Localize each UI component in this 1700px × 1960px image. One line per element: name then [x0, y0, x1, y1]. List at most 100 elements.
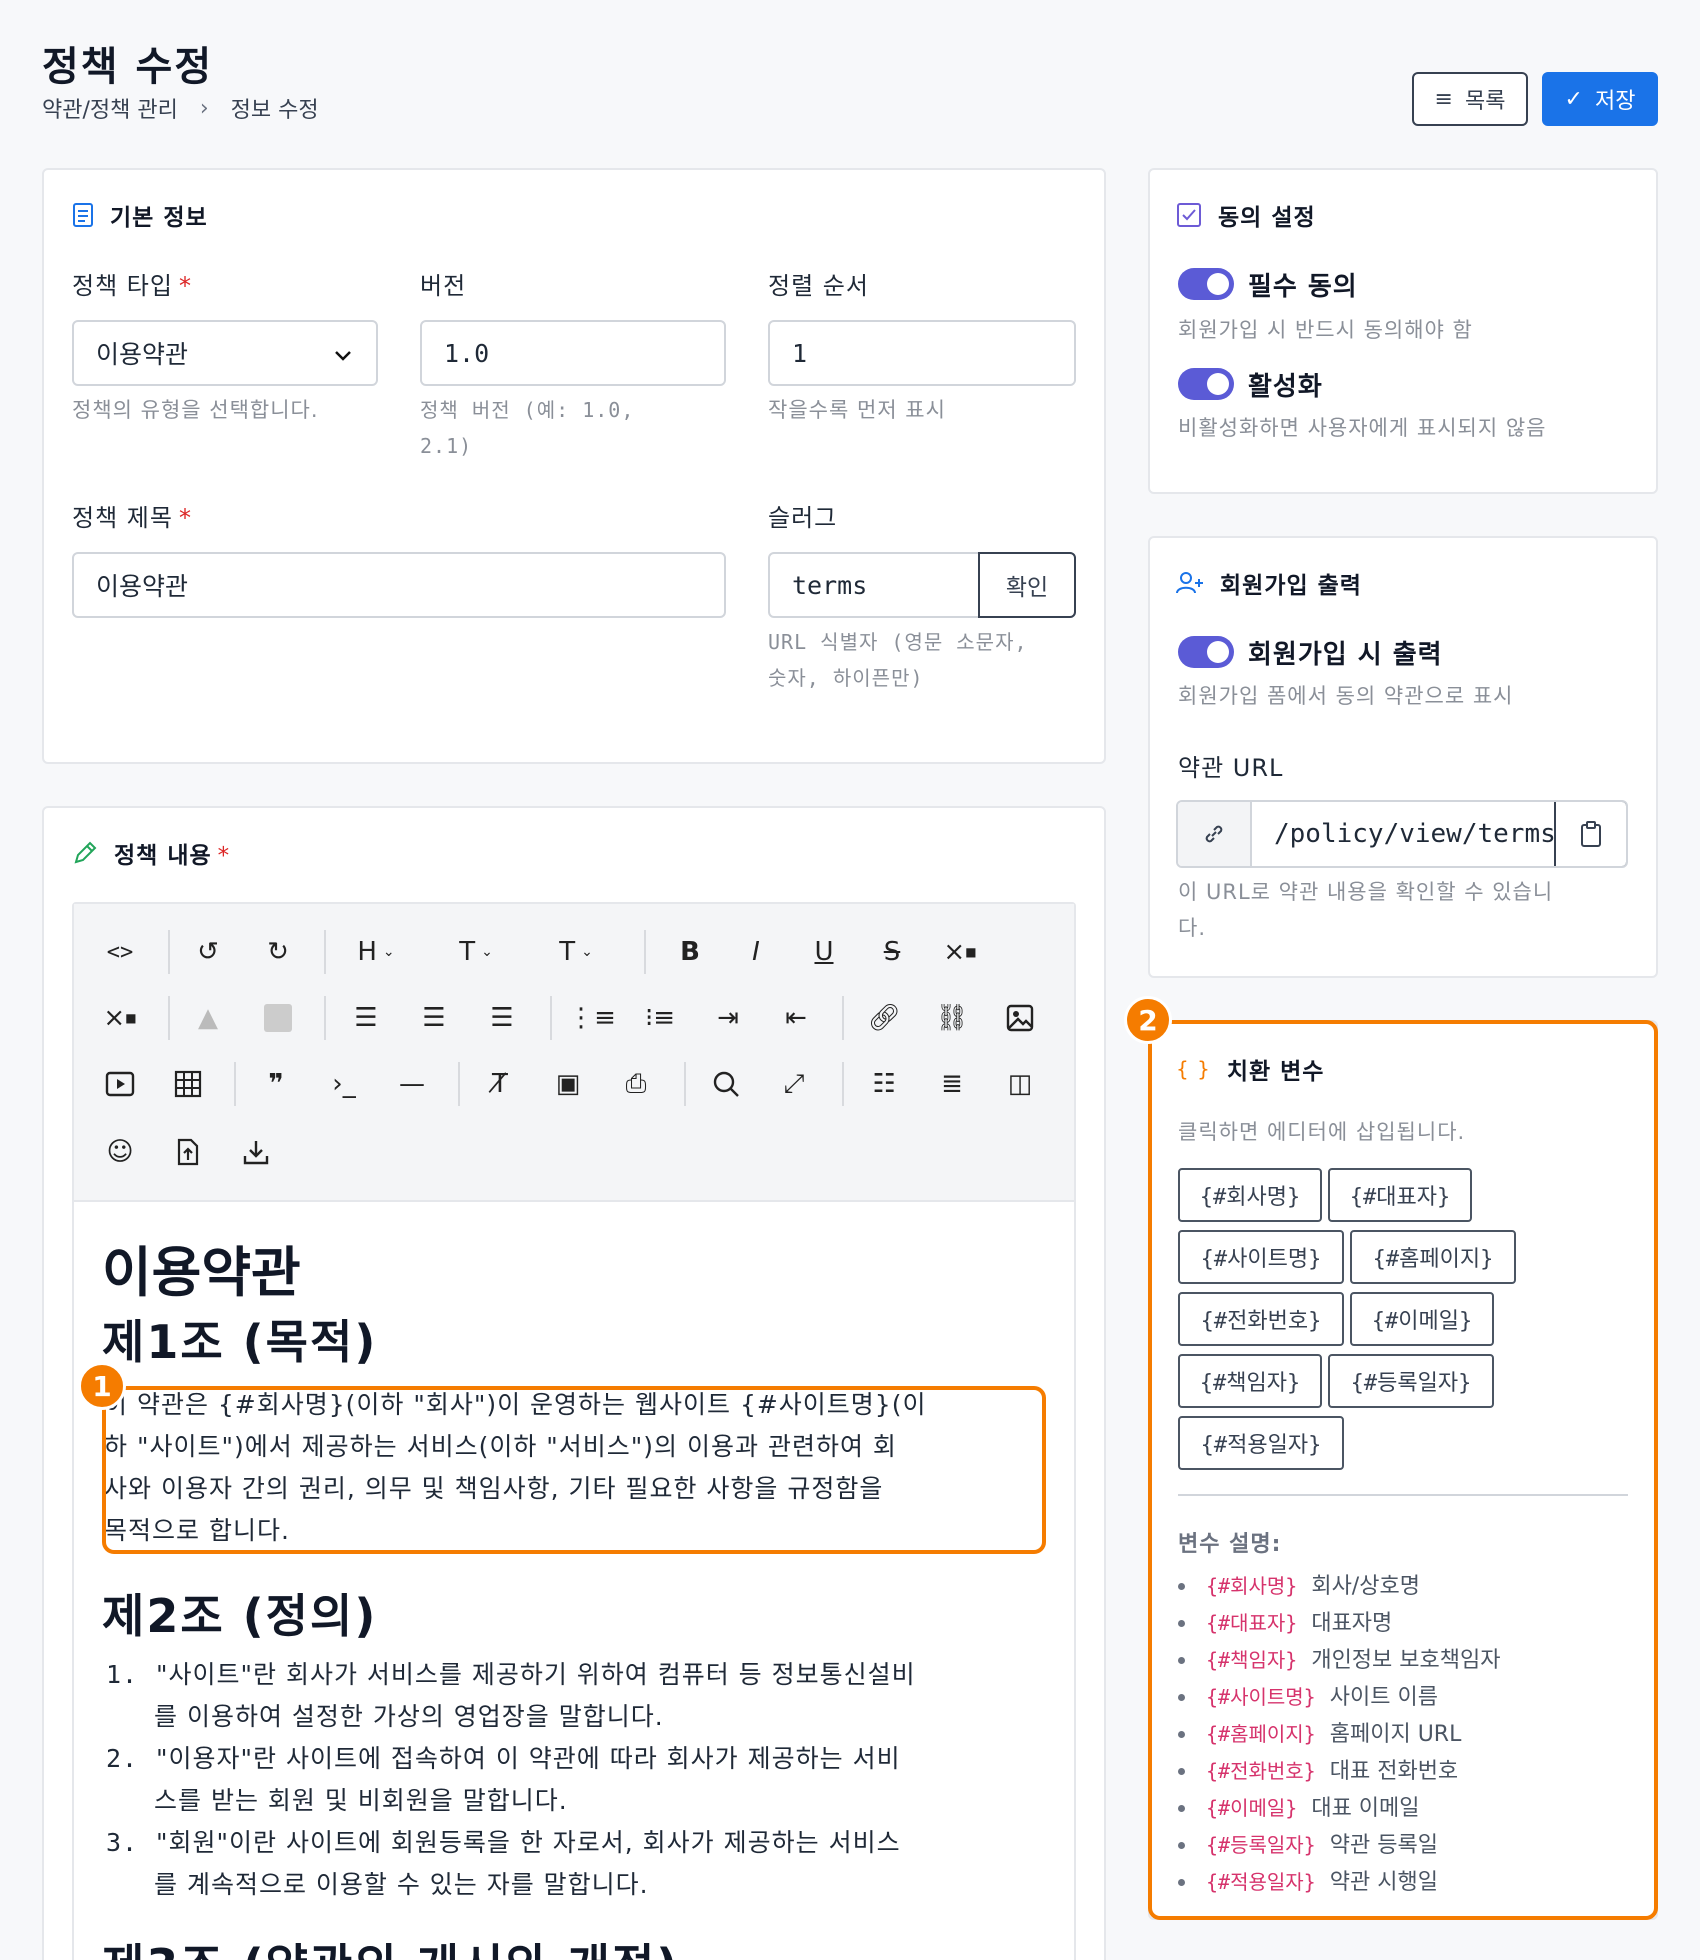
policy-type-select[interactable]: 이용약관: [72, 320, 378, 386]
list-item: 3. "회원"이란 사이트에 회원등록을 한 자로서, 회사가 제공하는 서비스 를…: [106, 1828, 901, 1899]
outdent-icon[interactable]: ⇤: [776, 998, 816, 1038]
link-icon[interactable]: 🔗︎: [864, 998, 904, 1038]
font-size-icon[interactable]: T ⌄: [446, 932, 506, 972]
chevron-down-icon: [335, 351, 351, 361]
strikethrough-icon[interactable]: S: [872, 932, 912, 972]
image-icon[interactable]: [1000, 998, 1040, 1038]
download-icon[interactable]: [236, 1132, 276, 1172]
active-help: 비활성화하면 사용자에게 표시되지 않음: [1178, 416, 1547, 440]
subscript-icon[interactable]: × ■: [940, 932, 980, 972]
content-title: 정책 내용 *: [72, 836, 230, 870]
pencil-icon: [74, 841, 97, 864]
active-label: 활성화: [1248, 372, 1323, 402]
upload-icon[interactable]: [168, 1132, 208, 1172]
clipboard-icon: [1581, 821, 1601, 847]
font-color-icon: ▲: [198, 1003, 218, 1033]
bold-icon[interactable]: B: [670, 932, 710, 972]
active-toggle[interactable]: [1178, 368, 1234, 400]
signup-display-label: 회원가입 시 출력: [1248, 640, 1443, 670]
article1-title: 제1조 (목적): [102, 1315, 378, 1369]
policy-url-label: 약관 URL: [1178, 754, 1284, 782]
unlink-icon[interactable]: ⛓︎: [932, 998, 972, 1038]
code-view-icon[interactable]: <>: [100, 932, 140, 972]
page-title: 정책 수정: [42, 44, 214, 90]
breadcrumb: 약관/정책 관리 › 정보 수정: [42, 92, 319, 124]
video-icon[interactable]: [100, 1064, 140, 1104]
policy-type-help: 정책의 유형을 선택합니다.: [72, 398, 319, 422]
search-icon[interactable]: [706, 1064, 746, 1104]
sort-order-input[interactable]: 1: [768, 320, 1076, 386]
breadcrumb-item-edit: 정보 수정: [230, 98, 319, 123]
annotation-badge-2: 2: [1124, 996, 1172, 1044]
link-icon: [1178, 802, 1252, 866]
required-consent-label: 필수 동의: [1248, 272, 1358, 302]
policy-type-label: 정책 타입 *: [72, 272, 192, 300]
document-icon: [73, 203, 93, 227]
heading-icon[interactable]: H ⌄: [346, 932, 406, 972]
clear-format-icon[interactable]: T̸: [480, 1064, 520, 1104]
indent-icon[interactable]: ⇥: [708, 998, 748, 1038]
annotation-badge-1: 1: [78, 1362, 126, 1410]
emoji-icon[interactable]: ☺: [100, 1132, 140, 1172]
checkbox-icon: [1177, 203, 1201, 227]
checklist-icon[interactable]: ☷: [864, 1064, 904, 1104]
blockquote-icon[interactable]: ❞: [256, 1064, 296, 1104]
required-consent-help: 회원가입 시 반드시 동의해야 함: [1178, 318, 1473, 342]
bullet-list-icon[interactable]: ⁝≡: [640, 998, 680, 1038]
required-consent-toggle[interactable]: [1178, 268, 1234, 300]
slug-confirm-button[interactable]: 확인: [978, 552, 1076, 618]
basic-info-title: 기본 정보: [72, 198, 208, 232]
superscript-icon[interactable]: × ■: [100, 998, 140, 1038]
policy-title-input[interactable]: 이용약관: [72, 552, 726, 618]
print-icon[interactable]: ⎙: [616, 1064, 656, 1104]
save-button[interactable]: ✓ 저장: [1542, 72, 1658, 126]
content-heading: 이용약관: [102, 1241, 301, 1304]
align-center-icon[interactable]: ☰: [414, 998, 454, 1038]
policy-title-label: 정책 제목 *: [72, 504, 192, 532]
underline-icon[interactable]: U: [804, 932, 844, 972]
version-input[interactable]: 1.0: [420, 320, 726, 386]
menu-icon: ≡: [1434, 86, 1453, 112]
ordered-list-icon[interactable]: ⋮≡: [568, 998, 616, 1038]
font-family-icon[interactable]: T ⌄: [546, 932, 606, 972]
justify-icon[interactable]: ≣: [932, 1064, 972, 1104]
check-icon: ✓: [1564, 86, 1583, 112]
breadcrumb-item-policies[interactable]: 약관/정책 관리: [42, 92, 178, 124]
italic-icon[interactable]: I: [736, 932, 776, 972]
consent-title: 동의 설정: [1176, 198, 1316, 232]
version-help: 정책 버전 (예: 1.0, 2.1): [420, 398, 635, 458]
copy-url-button[interactable]: [1554, 802, 1626, 866]
slug-label: 슬러그: [768, 504, 838, 532]
slug-help: URL 식별자 (영문 소문자, 숫자, 하이픈만): [768, 630, 1028, 690]
list-item: 1. "사이트"란 회사가 서비스를 제공하기 위하여 컴퓨터 등 정보통신설비 를…: [106, 1660, 916, 1731]
align-right-icon[interactable]: ☰: [482, 998, 522, 1038]
article3-title: 제3조 (약관의 게시와 개정): [102, 1930, 679, 1960]
highlight-article1: [102, 1386, 1046, 1554]
align-left-icon[interactable]: ☰: [346, 998, 386, 1038]
list-item: 2. "이용자"란 사이트에 접속하여 이 약관에 따라 회사가 제공하는 서비 스…: [106, 1744, 901, 1815]
policy-url-input[interactable]: /policy/view/terms: [1252, 802, 1554, 866]
highlight-color-icon: [258, 998, 298, 1038]
horizontal-rule-icon[interactable]: —: [392, 1064, 432, 1104]
signup-display-help: 회원가입 폼에서 동의 약관으로 표시: [1178, 684, 1514, 708]
undo-icon[interactable]: ↺: [188, 932, 228, 972]
policy-url-field: /policy/view/terms: [1176, 800, 1628, 868]
version-label: 버전: [420, 272, 467, 300]
chevron-right-icon: ›: [199, 95, 209, 121]
definitions-list: 1. "사이트"란 회사가 서비스를 제공하기 위하여 컴퓨터 등 정보통신설비 를…: [96, 1654, 1056, 1906]
article2-title: 제2조 (정의): [102, 1589, 378, 1643]
source-icon[interactable]: ▣: [548, 1064, 588, 1104]
sort-order-help: 작을수록 먼저 표시: [768, 398, 946, 422]
editor-toolbar: <> ↺ ↻ H ⌄ T ⌄ T ⌄ B I U S × ■ × ■ ▲ ☰ ☰ ☰…: [74, 904, 1074, 1202]
policy-url-help: 이 URL로 약관 내용을 확인할 수 있습니 다.: [1178, 880, 1554, 940]
preview-icon[interactable]: ◫: [1000, 1064, 1040, 1104]
user-add-icon: [1176, 572, 1203, 594]
code-block-icon[interactable]: ›_: [324, 1064, 364, 1104]
list-button[interactable]: ≡ 목록: [1412, 72, 1528, 126]
table-icon[interactable]: [168, 1064, 208, 1104]
redo-icon[interactable]: ↻: [258, 932, 298, 972]
fullscreen-icon[interactable]: ⤢: [774, 1064, 814, 1104]
sort-order-label: 정렬 순서: [768, 272, 869, 300]
signup-display-toggle[interactable]: [1178, 636, 1234, 668]
highlight-variables: [1148, 1020, 1658, 1920]
